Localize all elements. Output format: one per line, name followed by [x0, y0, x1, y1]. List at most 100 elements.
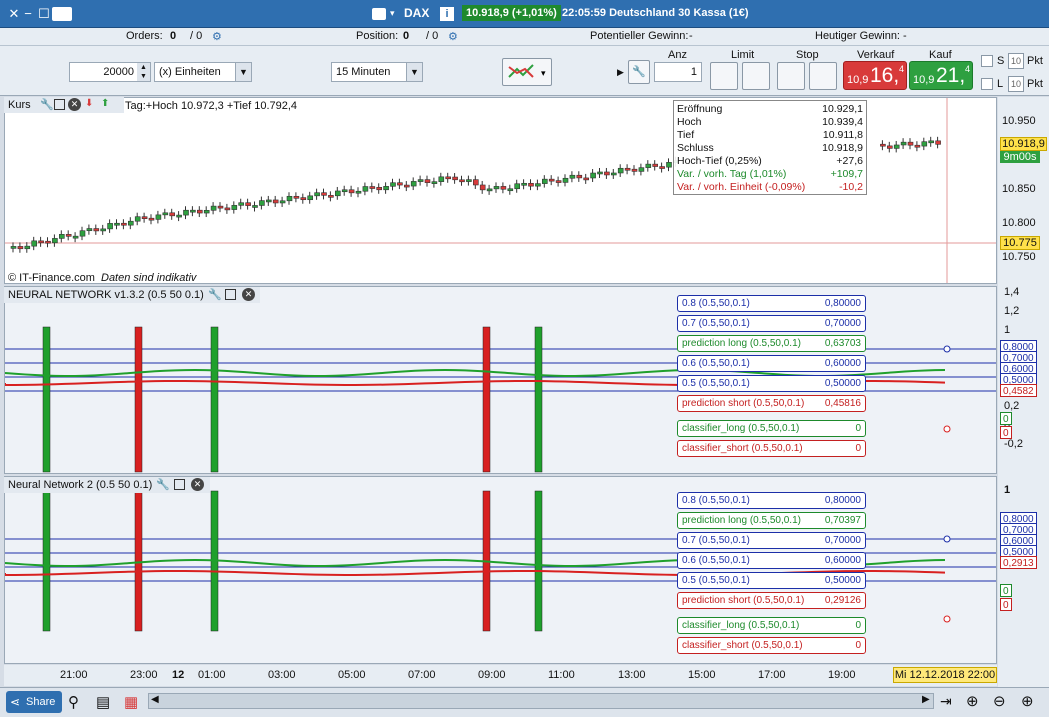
level-marker: [943, 615, 951, 623]
candle-body: [555, 180, 562, 183]
ohlc-label: Tief: [677, 129, 695, 141]
level-tag: 0: [1000, 584, 1012, 597]
title-bar: ✕ − ☐ ▾ DAX i 10.918,9 (+1,01%) 22:05:59…: [0, 0, 1049, 28]
indicator-box: prediction short (0.5,50,0.1) 0,45816: [677, 395, 866, 412]
candle-body: [403, 184, 410, 188]
signal-bar: [42, 326, 51, 473]
candle-body: [348, 189, 355, 194]
instrument-name[interactable]: DAX: [404, 6, 429, 20]
indicator-value: 0: [855, 640, 861, 651]
crosshair-tool-icon[interactable]: ⚲: [68, 693, 79, 711]
candle-body: [293, 195, 300, 199]
buy-button[interactable]: 10,9 21, 4: [909, 61, 973, 90]
ohlc-label: Var. / vorh. Tag (1,01%): [677, 168, 787, 180]
candle-body: [272, 199, 279, 204]
zoom-fit-icon[interactable]: ⊕: [966, 692, 979, 710]
instrument-dropdown-icon[interactable]: ▾: [390, 8, 395, 19]
sell-button[interactable]: 10,9 16, 4: [843, 61, 907, 90]
nn2-pane-title: Neural Network 2 (0.5 50 0.1): [8, 479, 153, 491]
close-icon[interactable]: ✕: [242, 288, 255, 301]
zoom-out-icon[interactable]: ⊖: [993, 692, 1006, 710]
candle-body: [438, 176, 445, 182]
arrow-down-icon[interactable]: ⬇: [85, 98, 93, 109]
settings-icon[interactable]: 🔧: [208, 288, 222, 301]
stop-checkbox[interactable]: [981, 55, 993, 67]
stop-buy-button[interactable]: [777, 62, 805, 90]
nn1-tick-label: 1: [1004, 324, 1011, 336]
candle-body: [121, 222, 127, 226]
settings-icon[interactable]: 🔧: [40, 98, 54, 111]
wrench-icon: 🔧: [632, 66, 646, 78]
keyboard-icon[interactable]: [52, 7, 72, 21]
wrench-button[interactable]: 🔧: [628, 60, 650, 84]
document-icon[interactable]: ▤: [96, 693, 110, 711]
candle-body: [617, 167, 624, 174]
ohlc-value: 10.939,4: [822, 116, 863, 128]
candle-body: [424, 179, 431, 183]
fit-width-icon[interactable]: ⇥: [940, 693, 952, 710]
expand-arrow-icon[interactable]: ▶: [617, 60, 627, 84]
candle-body: [10, 246, 17, 249]
indicator-name: 0.5 (0.5,50,0.1): [682, 378, 750, 389]
quantity-stepper[interactable]: ▲ ▼: [137, 63, 150, 81]
orders-settings-icon[interactable]: ⚙: [212, 30, 222, 43]
time-tick-label: 21:00: [60, 669, 88, 681]
nn2-tick-label: 1: [1004, 484, 1011, 496]
close-icon[interactable]: ✕: [68, 98, 81, 111]
stop-pkt-label: Pkt: [1027, 55, 1043, 67]
maximize-icon[interactable]: ☐: [36, 6, 52, 22]
buy-price-sup: 4: [965, 64, 971, 74]
scroll-right-icon[interactable]: ▶: [922, 694, 930, 705]
ohlc-label: Eröffnung: [677, 103, 723, 115]
account-status-row: Orders: 0 / 0 ⚙ Position: 0 / 0 ⚙ Potent…: [0, 28, 1049, 46]
candle-body: [176, 214, 182, 218]
anz-input[interactable]: 1: [654, 62, 702, 82]
indicator-value: 0,60000: [824, 358, 861, 369]
window-icon[interactable]: [54, 99, 65, 110]
stop-sell-button[interactable]: [809, 62, 837, 90]
level-tag: 0: [1000, 412, 1012, 425]
info-icon[interactable]: i: [440, 7, 454, 21]
indicator-icon[interactable]: ▦: [124, 693, 138, 711]
horizontal-scrollbar[interactable]: [148, 693, 934, 709]
level-marker: [943, 535, 951, 543]
ohlc-value: -10,2: [839, 181, 863, 193]
arrow-up-icon[interactable]: ⬆: [101, 98, 109, 109]
limit-buy-button[interactable]: [710, 62, 738, 90]
signal-bar: [134, 326, 143, 473]
minimize-icon[interactable]: −: [20, 6, 36, 22]
time-tick-label: 01:00: [198, 669, 226, 681]
signal-bar: [482, 326, 491, 473]
zoom-in-icon[interactable]: ⊕: [1021, 692, 1034, 710]
candle-body: [514, 183, 521, 190]
candle-body: [576, 174, 583, 179]
candle-body: [666, 162, 672, 168]
chevron-down-icon[interactable]: ▼: [406, 63, 422, 81]
level-tag: 0,2913: [1000, 556, 1037, 569]
chevron-down-icon[interactable]: ▼: [235, 63, 251, 81]
candle-body: [431, 181, 438, 184]
indicator-value: 0,63703: [824, 338, 861, 349]
stop-pkt-input[interactable]: 10: [1008, 53, 1024, 69]
candle-body: [134, 216, 141, 222]
limit-sell-button[interactable]: [742, 62, 770, 90]
limit-pkt-input[interactable]: 10: [1008, 76, 1024, 92]
candle-body: [17, 246, 24, 250]
indicator-value: 0: [855, 423, 861, 434]
indicator-name: 0.7 (0.5,50,0.1): [682, 535, 750, 546]
chart-type-button[interactable]: ▾: [502, 58, 552, 86]
indicator-name: classifier_short (0.5,50,0.1): [682, 443, 803, 454]
window-icon[interactable]: [174, 479, 185, 490]
settings-icon[interactable]: 🔧: [156, 478, 170, 491]
orders-sep: / 0: [190, 30, 203, 42]
level-marker: [943, 425, 951, 433]
close-icon[interactable]: ✕: [191, 478, 204, 491]
window-icon[interactable]: [225, 289, 236, 300]
limit-checkbox[interactable]: [981, 78, 993, 90]
time-tick-label: 13:00: [618, 669, 646, 681]
cursor-time-label: Mi 12.12.2018 22:00: [893, 667, 997, 683]
scroll-left-icon[interactable]: ◀: [151, 694, 159, 705]
indicator-box: prediction long (0.5,50,0.1) 0,70397: [677, 512, 866, 529]
price-tick-label: 10.850: [1002, 183, 1036, 195]
position-settings-icon[interactable]: ⚙: [448, 30, 458, 43]
